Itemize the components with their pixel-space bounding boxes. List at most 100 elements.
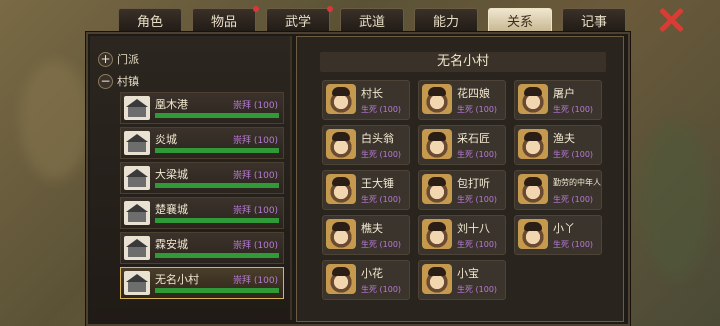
npc-relation: 生死 (100) bbox=[553, 195, 594, 204]
group-label: 村镇 bbox=[117, 75, 139, 88]
npc-portrait bbox=[422, 174, 452, 204]
tab-abilities[interactable]: 能力 bbox=[414, 8, 478, 31]
npc-portrait bbox=[422, 84, 452, 114]
npc-name: 白头翁 bbox=[361, 132, 394, 145]
tab-journal[interactable]: 记事 bbox=[562, 8, 626, 31]
npc-portrait bbox=[518, 129, 548, 159]
npc-relation: 生死 (100) bbox=[457, 150, 498, 159]
village-item[interactable]: 凰木港 崇拜 (100) bbox=[120, 92, 284, 124]
npc-card[interactable]: 村长生死 (100) bbox=[322, 80, 410, 120]
npc-card[interactable]: 王大锤生死 (100) bbox=[322, 170, 410, 210]
panel-title: 无名小村 bbox=[320, 52, 606, 72]
village-rank: 崇拜 (100) bbox=[233, 241, 279, 251]
tab-character[interactable]: 角色 bbox=[118, 8, 182, 31]
village-name: 霖安城 bbox=[155, 238, 188, 251]
village-item[interactable]: 大梁城 崇拜 (100) bbox=[120, 162, 284, 194]
village-rank: 崇拜 (100) bbox=[233, 101, 279, 111]
village-name: 凰木港 bbox=[155, 98, 188, 111]
npc-portrait bbox=[326, 129, 356, 159]
village-icon bbox=[124, 236, 150, 260]
village-rank: 崇拜 (100) bbox=[233, 171, 279, 181]
npc-card[interactable]: 勤劳的中年人 生死 (100) bbox=[514, 170, 602, 210]
npc-portrait bbox=[518, 174, 548, 204]
reputation-bar bbox=[155, 148, 279, 153]
npc-name: 花四娘 bbox=[457, 87, 490, 100]
npc-card[interactable]: 包打听 生死 (100) bbox=[418, 170, 506, 210]
npc-card[interactable]: 花四娘生死 (100) bbox=[418, 80, 506, 120]
village-rank: 崇拜 (100) bbox=[233, 136, 279, 146]
tab-relations[interactable]: 关系 bbox=[488, 8, 552, 31]
plus-icon: + bbox=[98, 51, 113, 67]
npc-portrait bbox=[326, 264, 356, 294]
village-icon bbox=[124, 131, 150, 155]
group-label: 门派 bbox=[117, 53, 139, 66]
minus-icon: − bbox=[98, 73, 113, 89]
village-name: 大梁城 bbox=[155, 168, 188, 181]
village-icon bbox=[124, 271, 150, 295]
tab-label: 关系 bbox=[506, 14, 533, 30]
tab-label: 武道 bbox=[358, 14, 385, 30]
npc-name: 小花 bbox=[361, 267, 383, 280]
village-icon bbox=[124, 96, 150, 120]
npc-relation: 生死 (100) bbox=[361, 105, 402, 114]
npc-portrait bbox=[422, 264, 452, 294]
notification-dot bbox=[253, 6, 259, 12]
village-name: 无名小村 bbox=[155, 273, 199, 286]
tab-label: 武学 bbox=[284, 14, 311, 30]
npc-name: 村长 bbox=[361, 87, 383, 100]
close-icon[interactable] bbox=[658, 6, 684, 32]
village-rank: 崇拜 (100) bbox=[233, 276, 279, 286]
npc-card[interactable]: 屠户 生死 (100) bbox=[514, 80, 602, 120]
tab-label: 物品 bbox=[210, 14, 237, 30]
npc-relation: 生死 (100) bbox=[553, 240, 594, 249]
tab-martial-way[interactable]: 武道 bbox=[340, 8, 404, 31]
notification-dot bbox=[327, 6, 333, 12]
village-rank: 崇拜 (100) bbox=[233, 206, 279, 216]
reputation-bar bbox=[155, 253, 279, 258]
npc-relation: 生死 (100) bbox=[361, 150, 402, 159]
tab-label: 记事 bbox=[580, 14, 607, 30]
npc-card[interactable]: 渔夫生死 (100) bbox=[514, 125, 602, 165]
tab-martial-arts[interactable]: 武学 bbox=[266, 6, 333, 31]
npc-portrait bbox=[326, 219, 356, 249]
npc-relation: 生死 (100) bbox=[361, 240, 402, 249]
npc-relation: 生死 (100) bbox=[553, 150, 594, 159]
group-village[interactable]: − 村镇 bbox=[98, 73, 139, 89]
village-item[interactable]: 霖安城 崇拜 (100) bbox=[120, 232, 284, 264]
npc-portrait bbox=[422, 129, 452, 159]
npc-relation: 生死 (100) bbox=[457, 285, 498, 294]
village-name: 楚襄城 bbox=[155, 203, 188, 216]
npc-card[interactable]: 小丫 生死 (100) bbox=[514, 215, 602, 255]
npc-name: 王大锤 bbox=[361, 177, 394, 190]
npc-relation: 生死 (100) bbox=[361, 195, 402, 204]
npc-relation: 生死 (100) bbox=[361, 285, 402, 294]
village-item[interactable]: 无名小村 崇拜 (100) bbox=[120, 267, 284, 299]
reputation-bar bbox=[155, 113, 279, 118]
reputation-bar bbox=[155, 183, 279, 188]
village-icon bbox=[124, 166, 150, 190]
npc-card[interactable]: 采石匠生死 (100) bbox=[418, 125, 506, 165]
npc-name: 樵夫 bbox=[361, 222, 383, 235]
npc-name: 小宝 bbox=[457, 267, 479, 280]
village-name: 炎城 bbox=[155, 133, 177, 146]
npc-portrait bbox=[326, 174, 356, 204]
npc-portrait bbox=[422, 219, 452, 249]
tab-items[interactable]: 物品 bbox=[192, 6, 259, 31]
npc-relation: 生死 (100) bbox=[457, 240, 498, 249]
village-icon bbox=[124, 201, 150, 225]
npc-name: 屠户 bbox=[553, 87, 575, 100]
npc-card[interactable]: 小宝生死 (100) bbox=[418, 260, 506, 300]
npc-name: 勤劳的中年人 bbox=[553, 178, 601, 187]
npc-card[interactable]: 白头翁生死 (100) bbox=[322, 125, 410, 165]
npc-name: 采石匠 bbox=[457, 132, 490, 145]
npc-relation: 生死 (100) bbox=[457, 105, 498, 114]
village-item[interactable]: 楚襄城 崇拜 (100) bbox=[120, 197, 284, 229]
npc-card[interactable]: 刘十八 生死 (100) bbox=[418, 215, 506, 255]
npc-card[interactable]: 小花生死 (100) bbox=[322, 260, 410, 300]
village-item[interactable]: 炎城 崇拜 (100) bbox=[120, 127, 284, 159]
group-sect[interactable]: + 门派 bbox=[98, 51, 139, 67]
npc-name: 渔夫 bbox=[553, 132, 575, 145]
npc-relation: 生死 (100) bbox=[457, 195, 498, 204]
reputation-bar bbox=[155, 288, 279, 293]
npc-card[interactable]: 樵夫生死 (100) bbox=[322, 215, 410, 255]
